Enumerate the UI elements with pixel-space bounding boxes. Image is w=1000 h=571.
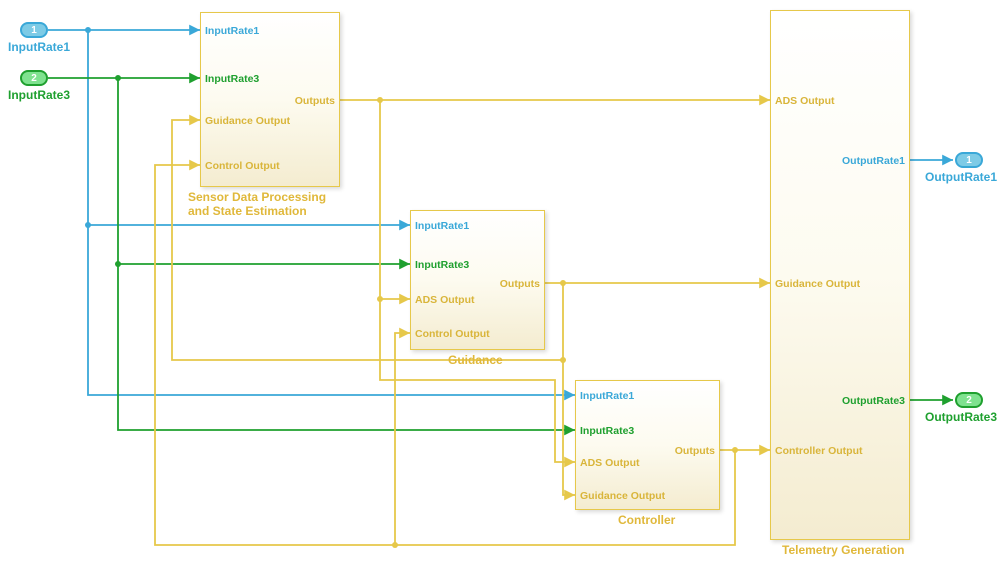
port-in: InputRate3 xyxy=(415,259,469,271)
port-in: Controller Output xyxy=(775,445,863,457)
outport-num: 1 xyxy=(966,155,972,166)
port-in: ADS Output xyxy=(580,457,640,469)
port-in: InputRate3 xyxy=(580,425,634,437)
block-guidance-title: Guidance xyxy=(448,353,503,367)
port-in: InputRate1 xyxy=(415,220,469,232)
inport-1[interactable]: 1 xyxy=(20,22,48,38)
port-in: Control Output xyxy=(415,328,490,340)
block-controller-title: Controller xyxy=(618,513,675,527)
port-in: Control Output xyxy=(205,160,280,172)
port-in: ADS Output xyxy=(775,95,835,107)
port-out: Outputs xyxy=(295,95,335,107)
port-out: Outputs xyxy=(500,278,540,290)
block-guidance[interactable]: InputRate1 InputRate3 ADS Output Control… xyxy=(410,210,545,350)
inport-2-label: InputRate3 xyxy=(8,88,70,102)
port-out: Outputs xyxy=(675,445,715,457)
port-in: Guidance Output xyxy=(580,490,665,502)
port-in: InputRate3 xyxy=(205,73,259,85)
port-in: ADS Output xyxy=(415,294,475,306)
port-out: OutputRate3 xyxy=(842,395,905,407)
inport-2[interactable]: 2 xyxy=(20,70,48,86)
port-in: Guidance Output xyxy=(205,115,290,127)
port-in: InputRate1 xyxy=(580,390,634,402)
block-controller[interactable]: InputRate1 InputRate3 ADS Output Guidanc… xyxy=(575,380,720,510)
port-out: OutputRate1 xyxy=(842,155,905,167)
outport-2-label: OutputRate3 xyxy=(925,410,997,424)
inport-num: 1 xyxy=(31,25,37,36)
block-sensor-title: Sensor Data Processing and State Estimat… xyxy=(188,190,326,219)
inport-num: 2 xyxy=(31,73,37,84)
outport-1[interactable]: 1 xyxy=(955,152,983,168)
port-in: Guidance Output xyxy=(775,278,860,290)
outport-1-label: OutputRate1 xyxy=(925,170,997,184)
block-telemetry-title: Telemetry Generation xyxy=(782,543,904,557)
block-telemetry[interactable]: ADS Output Guidance Output Controller Ou… xyxy=(770,10,910,540)
block-sensor[interactable]: InputRate1 InputRate3 Guidance Output Co… xyxy=(200,12,340,187)
inport-1-label: InputRate1 xyxy=(8,40,70,54)
outport-num: 2 xyxy=(966,395,972,406)
port-in: InputRate1 xyxy=(205,25,259,37)
outport-2[interactable]: 2 xyxy=(955,392,983,408)
